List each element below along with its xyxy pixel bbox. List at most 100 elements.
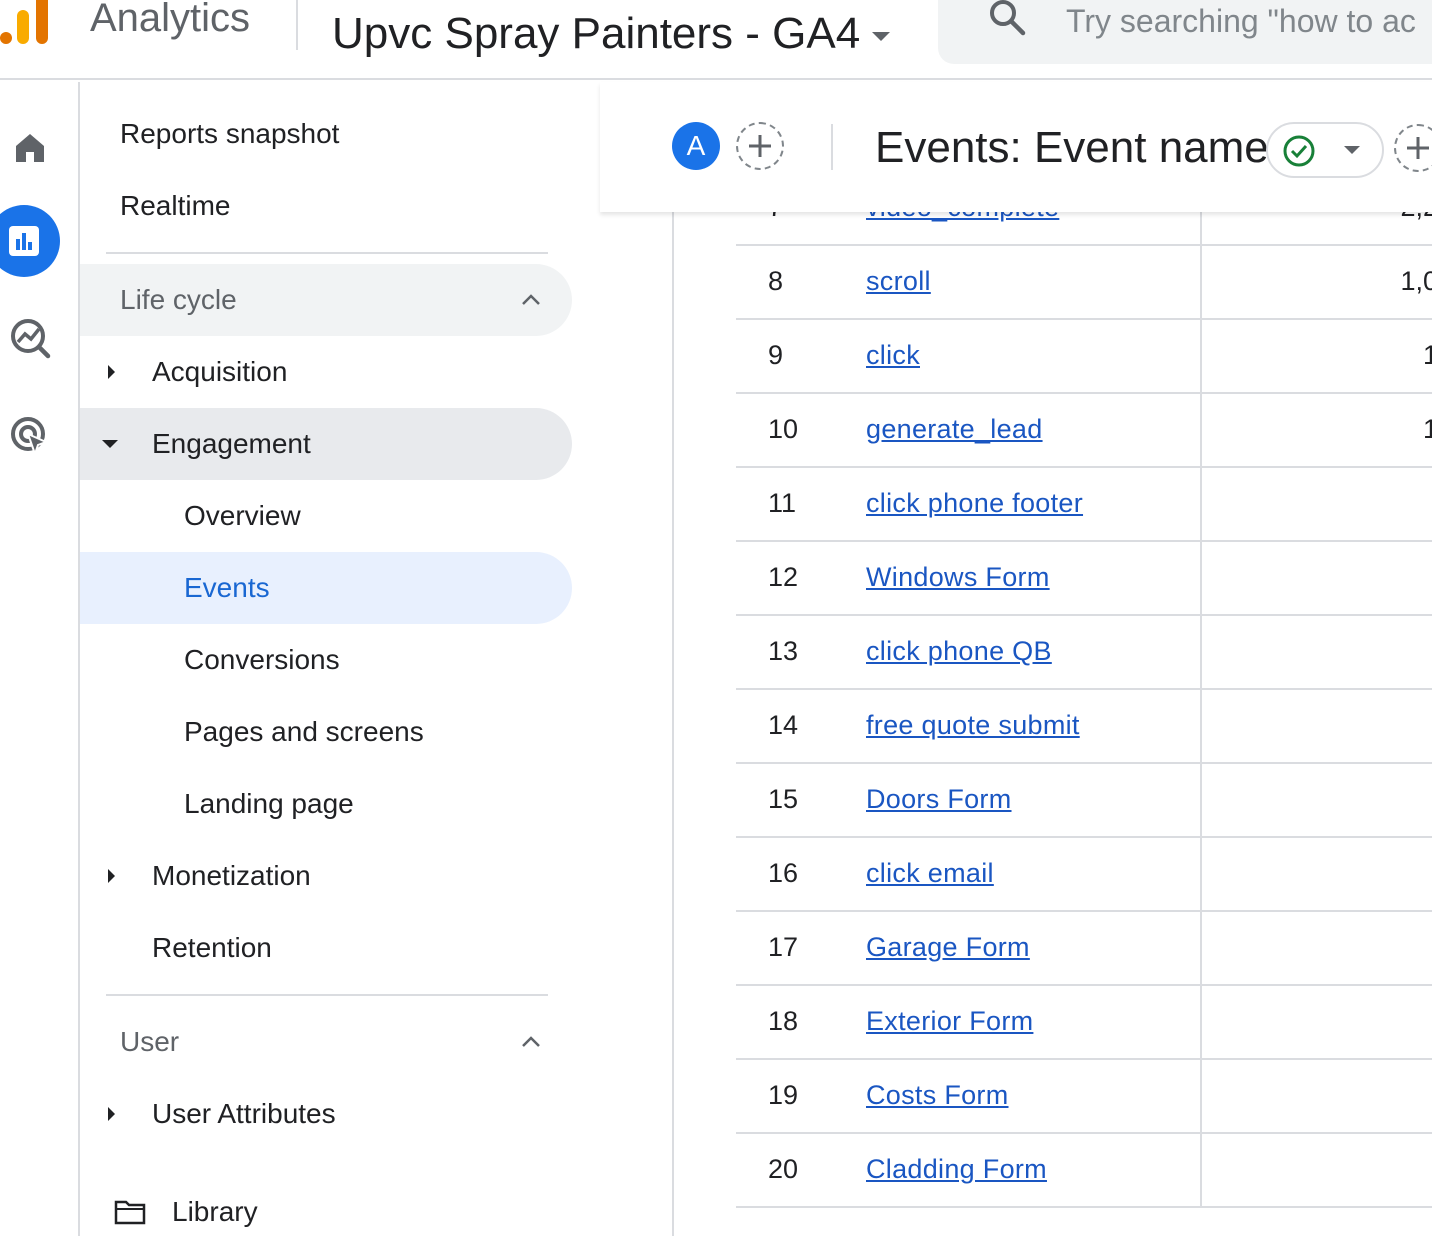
divider (296, 0, 298, 50)
row-number: 12 (768, 562, 799, 592)
analytics-logo[interactable] (0, 0, 56, 48)
section-label: User (120, 1026, 180, 1057)
event-name-link[interactable]: Exterior Form (866, 1004, 1033, 1038)
search-icon (990, 0, 1026, 36)
event-count-value: 1 (1422, 414, 1432, 444)
row-number: 17 (768, 932, 799, 962)
nav-realtime[interactable]: Realtime (120, 170, 230, 242)
event-name-link[interactable]: scroll (866, 264, 931, 298)
event-count (1200, 912, 1432, 986)
nav-acquisition[interactable]: Acquisition (80, 336, 572, 408)
event-count (1200, 690, 1432, 764)
nav-rail (0, 82, 80, 1236)
rail-explore[interactable] (0, 308, 60, 368)
event-name-link[interactable]: free quote submit (866, 708, 1080, 742)
event-name-link[interactable]: click email (866, 856, 994, 890)
event-count (1200, 1060, 1432, 1134)
nav-pages-and-screens[interactable]: Pages and screens (184, 696, 424, 768)
table-row: 20 Cladding Form (736, 1134, 1432, 1208)
nav-label: Library (172, 1196, 258, 1227)
rail-home[interactable] (0, 118, 60, 178)
event-count (1200, 838, 1432, 912)
nav-engagement[interactable]: Engagement (80, 408, 572, 480)
nav-label: Acquisition (152, 356, 288, 387)
table-row: 16 click email (736, 838, 1432, 912)
add-comparison-button[interactable] (736, 122, 784, 170)
nav-label: Engagement (152, 428, 311, 459)
rail-advertising[interactable] (0, 406, 60, 466)
nav-monetization[interactable]: Monetization (80, 840, 572, 912)
nav-section-user[interactable]: User (80, 1006, 572, 1078)
row-number: 16 (768, 858, 799, 888)
table-row: 12 Windows Form (736, 542, 1432, 616)
event-count-value: 1 (1422, 340, 1432, 370)
row-number: 14 (768, 710, 799, 740)
plus-icon (749, 135, 771, 157)
event-count (1200, 1134, 1432, 1208)
event-count: 1 (1200, 394, 1432, 468)
row-number: 20 (768, 1154, 799, 1184)
chevron-up-icon (522, 1036, 540, 1047)
nav-events[interactable]: Events (80, 552, 572, 624)
expand-arrow-icon (108, 1107, 115, 1121)
search-input[interactable]: Try searching "how to ac (1066, 2, 1416, 40)
report-status-dropdown[interactable] (1266, 122, 1384, 178)
property-selector[interactable]: Upvc Spray Painters - GA4 (332, 8, 891, 60)
row-number: 10 (768, 414, 799, 444)
chevron-up-icon (522, 294, 540, 305)
rail-reports[interactable] (0, 205, 60, 277)
table-row: 10 generate_lead 1 (736, 394, 1432, 468)
nav-divider (106, 994, 548, 996)
event-name-link[interactable]: Doors Form (866, 782, 1012, 816)
event-name-link[interactable]: Costs Form (866, 1078, 1009, 1112)
event-count (1200, 986, 1432, 1060)
row-number: 8 (768, 266, 784, 296)
search-bar[interactable]: Try searching "how to ac (938, 0, 1432, 64)
event-name-link[interactable]: click phone footer (866, 486, 1083, 520)
event-name-link[interactable]: generate_lead (866, 412, 1043, 446)
event-count-value: 1,0 (1400, 266, 1432, 296)
table-row: 14 free quote submit (736, 690, 1432, 764)
comparison-avatar[interactable]: A (672, 122, 720, 170)
nav-conversions[interactable]: Conversions (184, 624, 340, 696)
table-row: 19 Costs Form (736, 1060, 1432, 1134)
caret-down-icon (1344, 146, 1360, 154)
nav-landing-page[interactable]: Landing page (184, 768, 354, 840)
caret-down-icon (872, 31, 891, 41)
top-app-bar: Analytics Upvc Spray Painters - GA4 Try … (0, 0, 1432, 80)
folder-icon (114, 1200, 146, 1225)
nav-reports-snapshot[interactable]: Reports snapshot (120, 98, 339, 170)
nav-label: User Attributes (152, 1098, 336, 1129)
table-row: 8 scroll 1,0 (736, 246, 1432, 320)
nav-library[interactable]: Library (80, 1176, 572, 1248)
nav-user-attributes[interactable]: User Attributes (80, 1078, 572, 1150)
report-header: A Events: Event name (600, 82, 1432, 212)
nav-section-lifecycle[interactable]: Life cycle (80, 264, 572, 336)
add-filter-button[interactable] (1394, 124, 1432, 172)
app-name: Analytics (90, 0, 251, 40)
row-number: 9 (768, 340, 784, 370)
check-circle-icon (1283, 135, 1315, 167)
event-name-link[interactable]: click (866, 338, 920, 372)
event-name-link[interactable]: click phone QB (866, 634, 1052, 668)
nav-label: Events (184, 572, 270, 603)
event-count (1200, 542, 1432, 616)
section-label: Life cycle (120, 284, 237, 315)
nav-label: Monetization (152, 860, 311, 891)
nav-overview[interactable]: Overview (184, 480, 301, 552)
events-table: 7 video_complete 2,2 8scroll1,09click110… (736, 172, 1432, 1236)
table-row: 9 click 1 (736, 320, 1432, 394)
event-name-link[interactable]: Garage Form (866, 930, 1030, 964)
expand-arrow-icon (108, 365, 115, 379)
event-name-link[interactable]: Windows Form (866, 560, 1050, 594)
event-count (1200, 468, 1432, 542)
table-row: 17 Garage Form (736, 912, 1432, 986)
event-count: 1,0 (1200, 246, 1432, 320)
nav-retention[interactable]: Retention (152, 912, 272, 984)
table-row: 11 click phone footer (736, 468, 1432, 542)
reports-icon (9, 226, 39, 256)
event-name-link[interactable]: Cladding Form (866, 1152, 1047, 1186)
row-number: 13 (768, 636, 799, 666)
row-number: 15 (768, 784, 799, 814)
table-row: 18 Exterior Form (736, 986, 1432, 1060)
